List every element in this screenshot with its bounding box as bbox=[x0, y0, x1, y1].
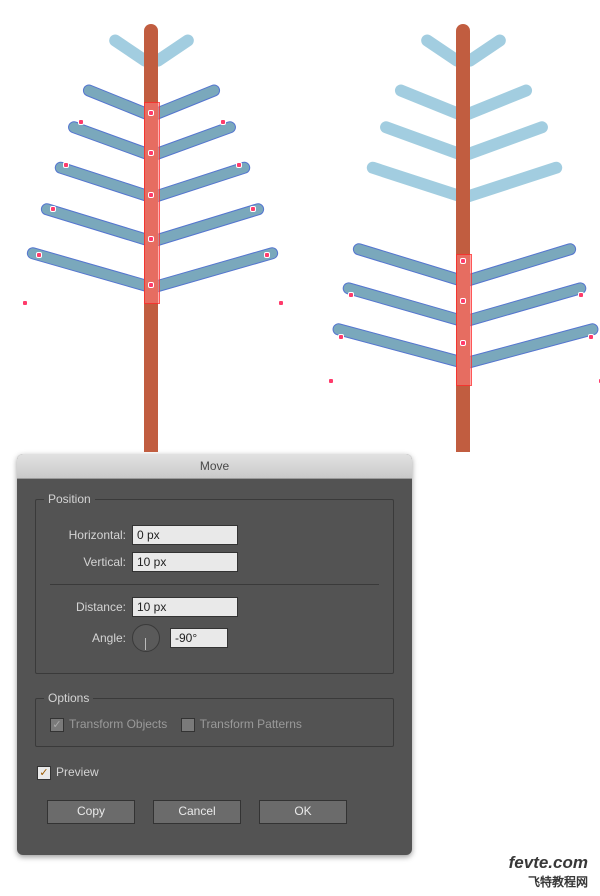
tree-right bbox=[320, 14, 600, 444]
watermark-url: fevte.com bbox=[509, 853, 588, 873]
tree-left: placeholder bbox=[8, 14, 298, 444]
distance-label: Distance: bbox=[50, 600, 126, 614]
dialog-buttons: Copy Cancel OK bbox=[47, 800, 392, 824]
horizontal-label: Horizontal: bbox=[50, 528, 126, 542]
preview-checkbox[interactable] bbox=[37, 766, 51, 780]
dialog-title: Move bbox=[17, 454, 412, 479]
move-dialog: Move Position Horizontal: 0 px Vertical:… bbox=[17, 454, 412, 855]
copy-button[interactable]: Copy bbox=[47, 800, 135, 824]
transform-objects-checkbox bbox=[50, 718, 64, 732]
angle-label: Angle: bbox=[50, 631, 126, 645]
watermark-name: 飞特教程网 bbox=[509, 873, 588, 890]
transform-patterns-row: Transform Patterns bbox=[181, 717, 302, 731]
transform-patterns-checkbox bbox=[181, 718, 195, 732]
transform-patterns-label: Transform Patterns bbox=[200, 717, 302, 731]
transform-objects-label: Transform Objects bbox=[69, 717, 167, 731]
options-group: Options Transform Objects Transform Patt… bbox=[35, 698, 394, 747]
preview-row[interactable]: Preview bbox=[37, 765, 392, 780]
position-group: Position Horizontal: 0 px Vertical: 10 p… bbox=[35, 499, 394, 674]
illustration-area: placeholder bbox=[0, 0, 600, 450]
watermark: fevte.com 飞特教程网 bbox=[509, 853, 588, 890]
divider bbox=[50, 584, 379, 585]
trunk bbox=[456, 24, 470, 452]
options-group-label: Options bbox=[44, 691, 93, 705]
transform-objects-row: Transform Objects bbox=[50, 717, 171, 731]
angle-dial-icon[interactable] bbox=[132, 624, 160, 652]
cancel-button[interactable]: Cancel bbox=[153, 800, 241, 824]
position-group-label: Position bbox=[44, 492, 95, 506]
angle-field[interactable]: -90° bbox=[170, 628, 228, 648]
vertical-label: Vertical: bbox=[50, 555, 126, 569]
vertical-field[interactable]: 10 px bbox=[132, 552, 238, 572]
distance-field[interactable]: 10 px bbox=[132, 597, 238, 617]
ok-button[interactable]: OK bbox=[259, 800, 347, 824]
preview-label: Preview bbox=[56, 765, 99, 779]
horizontal-field[interactable]: 0 px bbox=[132, 525, 238, 545]
